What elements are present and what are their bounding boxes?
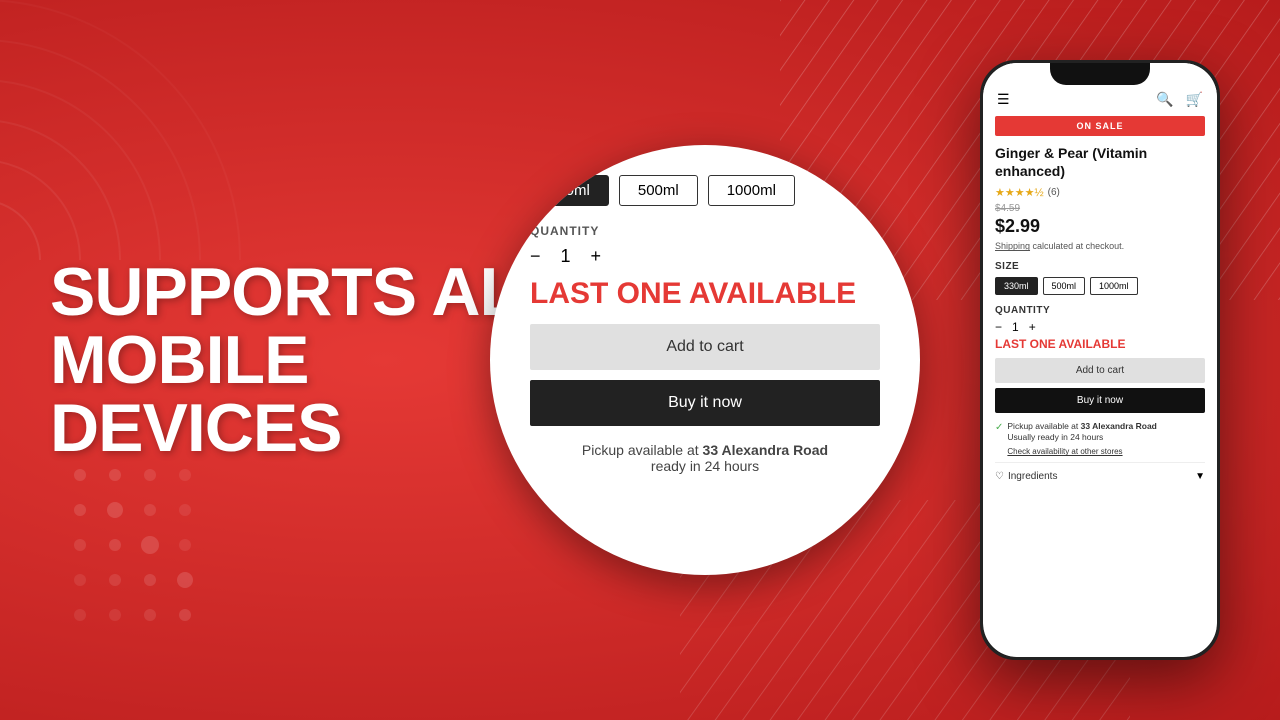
qty-minus-circle[interactable]: − [530, 246, 541, 267]
qty-minus-phone[interactable]: − [995, 320, 1002, 334]
phone-notch [1050, 63, 1150, 85]
phone-screen: ☰ 🔍 🛒 ON SALE Ginger & Pear (Vitamin enh… [983, 63, 1217, 657]
stars-row: ★★★★½ (6) [995, 186, 1205, 199]
pickup-available-phone: Pickup available at [1007, 421, 1078, 431]
arc-decoration [0, 0, 260, 260]
pickup-ready-circle: ready in 24 hours [651, 458, 759, 474]
size-btn-1000ml-circle[interactable]: 1000ml [708, 175, 795, 206]
ingredients-label: ♡ Ingredients [995, 471, 1057, 482]
check-icon: ✓ [995, 422, 1003, 433]
pickup-check-row: ✓ Pickup available at 33 Alexandra Road … [995, 421, 1205, 458]
pickup-text-circle: Pickup available at 33 Alexandra Road re… [530, 442, 880, 474]
heading-line3: DEVICES [50, 390, 342, 466]
qty-value-circle: 1 [561, 246, 571, 267]
qty-label-circle: QUANTITY [530, 224, 880, 238]
hamburger-icon[interactable]: ☰ [997, 91, 1010, 108]
size-label-phone: SIZE [995, 261, 1205, 272]
cart-icon[interactable]: 🛒 [1186, 91, 1203, 108]
qty-control-circle: − 1 + [530, 246, 880, 267]
pickup-available-circle: Pickup available at [582, 442, 699, 458]
product-title-phone: Ginger & Pear (Vitamin enhanced) [995, 144, 1205, 180]
dots-decoration [60, 455, 260, 640]
pickup-location-circle: 33 Alexandra Road [703, 442, 829, 458]
size-330ml-phone[interactable]: 330ml [995, 277, 1038, 295]
ingredients-row: ♡ Ingredients ▼ [995, 462, 1205, 482]
last-one-phone: LAST ONE AVAILABLE [995, 338, 1205, 351]
size-500ml-phone[interactable]: 500ml [1043, 277, 1086, 295]
buy-now-phone-btn[interactable]: Buy it now [995, 388, 1205, 413]
on-sale-badge: ON SALE [995, 116, 1205, 136]
check-availability-link[interactable]: Check availability at other stores [1007, 446, 1156, 457]
shipping-calc: calculated at checkout. [1033, 241, 1125, 251]
add-to-cart-circle-btn[interactable]: Add to cart [530, 324, 880, 370]
shipping-text: Shipping calculated at checkout. [995, 241, 1205, 251]
phone-content: ON SALE Ginger & Pear (Vitamin enhanced)… [983, 116, 1217, 482]
qty-value-phone: 1 [1012, 320, 1019, 334]
add-to-cart-phone-btn[interactable]: Add to cart [995, 358, 1205, 383]
pickup-info: Pickup available at 33 Alexandra Road Us… [1007, 421, 1156, 458]
pickup-ready-phone: Usually ready in 24 hours [1007, 432, 1103, 442]
hero-heading: SUPPORTS ALL MOBILE DEVICES [50, 258, 561, 462]
phone-mockup: ☰ 🔍 🛒 ON SALE Ginger & Pear (Vitamin enh… [980, 60, 1220, 660]
phone-header-icons: 🔍 🛒 [1156, 91, 1203, 108]
qty-plus-circle[interactable]: + [591, 246, 602, 267]
stars-icon: ★★★★½ [995, 186, 1044, 199]
old-price: $4.59 [995, 203, 1205, 214]
heart-icon: ♡ [995, 471, 1004, 482]
size-1000ml-phone[interactable]: 1000ml [1090, 277, 1138, 295]
pickup-location-phone: 33 Alexandra Road [1081, 421, 1157, 431]
heading-line2: MOBILE [50, 322, 308, 398]
qty-plus-phone[interactable]: + [1029, 320, 1036, 334]
qty-row-phone: − 1 + [995, 320, 1205, 334]
circle-magnifier: 330ml 500ml 1000ml QUANTITY − 1 + LAST O… [490, 145, 920, 575]
chevron-down-icon: ▼ [1195, 471, 1205, 482]
buy-now-circle-btn[interactable]: Buy it now [530, 380, 880, 426]
search-icon[interactable]: 🔍 [1156, 91, 1173, 108]
ingredients-text[interactable]: Ingredients [1008, 471, 1057, 482]
heading-line1: SUPPORTS ALL [50, 254, 561, 330]
review-count: (6) [1048, 187, 1060, 198]
new-price: $2.99 [995, 216, 1205, 237]
shipping-link[interactable]: Shipping [995, 241, 1030, 251]
last-one-circle: LAST ONE AVAILABLE [530, 277, 880, 310]
size-btn-500ml-circle[interactable]: 500ml [619, 175, 698, 206]
size-row-phone: 330ml 500ml 1000ml [995, 277, 1205, 295]
qty-label-phone: QUANTITY [995, 305, 1205, 316]
